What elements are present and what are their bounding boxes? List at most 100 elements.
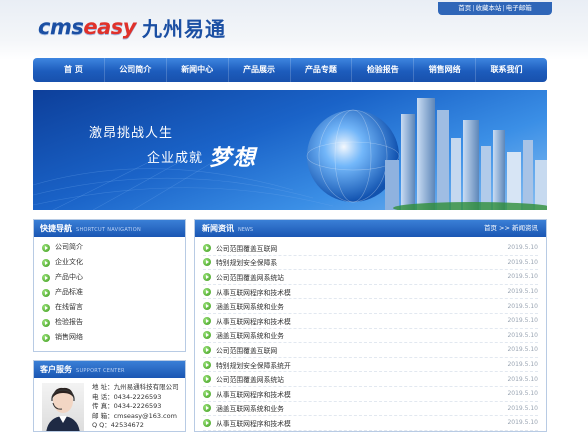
sidebar-item-standards[interactable]: 产品标准 — [42, 285, 185, 300]
news-row[interactable]: 从事互联网程序和技术模 2019.5.10 — [203, 416, 538, 431]
news-item-date: 2019.5.10 — [507, 346, 538, 354]
arrow-bullet-icon — [203, 258, 211, 267]
arrow-bullet-icon — [203, 345, 211, 354]
nav-reports[interactable]: 检验报告 — [352, 58, 415, 82]
sidebar-item-culture[interactable]: 企业文化 — [42, 255, 185, 270]
news-list: 公司范围覆盖互联网 2019.5.10 特别规划安全保障系 2019.5.10 公司范围… — [195, 237, 546, 431]
sidebar-item-label: 企业文化 — [55, 258, 83, 266]
sidebar-item-reports[interactable]: 检验报告 — [42, 315, 185, 330]
sidebar-item-label: 产品标准 — [55, 288, 83, 296]
news-item-title[interactable]: 从事互联网程序和技术模 — [216, 316, 291, 326]
top-links: 首页|收藏本站|电子邮箱 — [438, 2, 552, 15]
email-link[interactable]: 电子邮箱 — [506, 4, 532, 12]
news-item-title[interactable]: 特别规划安全保障系统开 — [216, 360, 291, 370]
arrow-bullet-icon — [42, 333, 50, 342]
news-item-title[interactable]: 从事互联网程序和技术模 — [216, 389, 291, 399]
arrow-bullet-icon — [42, 288, 50, 297]
shortcut-nav: 快捷导航 SHORTCUT NAVIGATION 公司简介 企业文化 产品中心 产… — [33, 219, 186, 352]
news-item-date: 2019.5.10 — [507, 361, 538, 369]
contact-fax: 传 真：0434-2226593 — [92, 402, 162, 410]
news-item-title[interactable]: 从事互联网程序和技术模 — [216, 287, 291, 297]
nav-topics[interactable]: 产品专题 — [291, 58, 353, 82]
logo-en-highlight: easy — [83, 15, 136, 39]
arrow-bullet-icon — [42, 258, 50, 267]
news-item-title[interactable]: 公司范围覆盖互联网 — [216, 243, 277, 253]
logo-en-prefix: cms — [38, 15, 84, 39]
news-row[interactable]: 涵盖互联网系统和业务 2019.5.10 — [203, 299, 538, 314]
news-item-title[interactable]: 涵盖互联网系统和业务 — [216, 301, 284, 311]
news-item-date: 2019.5.10 — [507, 273, 538, 281]
news-row[interactable]: 从事互联网程序和技术模 2019.5.10 — [203, 285, 538, 300]
sidebar-item-message[interactable]: 在线留言 — [42, 300, 185, 315]
contact-address: 地 址：九州易通科技有限公司 — [92, 383, 179, 391]
support-center: 客户服务 SUPPORT CENTER 地 址：九州易通科技有限公司 电 话：04… — [33, 360, 186, 432]
news-item-date: 2019.5.10 — [507, 331, 538, 339]
support-header: 客户服务 SUPPORT CENTER — [34, 361, 185, 378]
news-row[interactable]: 涵盖互联网系统和业务 2019.5.10 — [203, 402, 538, 417]
news-row[interactable]: 涵盖互联网系统和业务 2019.5.10 — [203, 329, 538, 344]
news-item-title[interactable]: 从事互联网程序和技术模 — [216, 418, 291, 428]
news-item-title[interactable]: 涵盖互联网系统和业务 — [216, 330, 284, 340]
news-row[interactable]: 公司范围覆盖网系统站 2019.5.10 — [203, 270, 538, 285]
news-item-title[interactable]: 特别规划安全保障系 — [216, 257, 277, 267]
banner-graphic — [33, 98, 547, 210]
favorite-link[interactable]: 收藏本站 — [476, 4, 502, 12]
banner-slogan-1: 激昂挑战人生 — [89, 126, 174, 141]
site-logo[interactable]: cmseasy 九州易通 — [38, 14, 226, 41]
home-link[interactable]: 首页 — [458, 4, 471, 12]
sidebar-item-label: 在线留言 — [55, 303, 83, 311]
sidebar-item-label: 销售网络 — [55, 333, 83, 341]
arrow-bullet-icon — [203, 243, 211, 252]
news-title: 新闻资讯 — [202, 224, 234, 233]
news-row[interactable]: 公司范围覆盖网系统站 2019.5.10 — [203, 372, 538, 387]
arrow-bullet-icon — [203, 375, 211, 384]
news-item-title[interactable]: 公司范围覆盖网系统站 — [216, 374, 284, 384]
arrow-bullet-icon — [203, 316, 211, 325]
news-row[interactable]: 公司范围覆盖互联网 2019.5.10 — [203, 343, 538, 358]
news-item-date: 2019.5.10 — [507, 302, 538, 310]
news-row[interactable]: 特别规划安全保障系统开 2019.5.10 — [203, 358, 538, 373]
sidebar-item-label: 检验报告 — [55, 318, 83, 326]
contact-info: 地 址：九州易通科技有限公司 电 话：0434-2226593 传 真：0434… — [92, 383, 179, 431]
arrow-bullet-icon — [203, 360, 211, 369]
news-row[interactable]: 公司范围覆盖互联网 2019.5.10 — [203, 241, 538, 256]
sidebar-item-sales[interactable]: 销售网络 — [42, 330, 185, 345]
nav-home[interactable]: 首 页 — [43, 58, 105, 82]
news-item-title[interactable]: 公司范围覆盖网系统站 — [216, 272, 284, 282]
news-row[interactable]: 从事互联网程序和技术模 2019.5.10 — [203, 314, 538, 329]
nav-about[interactable]: 公司简介 — [105, 58, 167, 82]
news-title-en: NEWS — [238, 227, 254, 233]
news-box: 新闻资讯 NEWS 首页 >> 新闻资讯 公司范围覆盖互联网 2019.5.10 特别… — [194, 219, 547, 432]
news-item-date: 2019.5.10 — [507, 375, 538, 383]
contact-qq: Q Q：42534672 — [92, 421, 144, 429]
news-item-date: 2019.5.10 — [507, 258, 538, 266]
support-agent-avatar — [42, 383, 84, 431]
support-title: 客户服务 — [40, 365, 72, 374]
nav-products[interactable]: 产品展示 — [229, 58, 291, 82]
news-item-title[interactable]: 涵盖互联网系统和业务 — [216, 403, 284, 413]
news-item-title[interactable]: 公司范围覆盖互联网 — [216, 345, 277, 355]
breadcrumb[interactable]: 首页 >> 新闻资讯 — [484, 220, 538, 237]
arrow-bullet-icon — [203, 418, 211, 427]
news-row[interactable]: 从事互联网程序和技术模 2019.5.10 — [203, 387, 538, 402]
nav-contact[interactable]: 联系我们 — [476, 58, 537, 82]
sidebar-item-products[interactable]: 产品中心 — [42, 270, 185, 285]
contact-phone: 电 话：0434-2226593 — [92, 392, 162, 401]
arrow-bullet-icon — [203, 389, 211, 398]
arrow-bullet-icon — [42, 318, 50, 327]
arrow-bullet-icon — [42, 273, 50, 282]
nav-news[interactable]: 新闻中心 — [167, 58, 229, 82]
nav-sales[interactable]: 销售网络 — [414, 58, 477, 82]
city-buildings — [385, 98, 547, 210]
shortcut-nav-title: 快捷导航 — [40, 224, 72, 233]
sidebar-item-label: 产品中心 — [55, 273, 83, 281]
logo-english: cmseasy — [38, 15, 136, 39]
news-item-date: 2019.5.10 — [507, 419, 538, 427]
sidebar-item-about[interactable]: 公司简介 — [42, 240, 185, 255]
banner-slogan-3: 梦想 — [209, 146, 258, 171]
news-header: 新闻资讯 NEWS 首页 >> 新闻资讯 — [195, 220, 546, 237]
contact-email[interactable]: 邮 箱：cmseasy@163.com — [92, 412, 179, 422]
news-row[interactable]: 特别规划安全保障系 2019.5.10 — [203, 256, 538, 271]
news-item-date: 2019.5.10 — [507, 317, 538, 325]
logo-chinese: 九州易通 — [141, 16, 226, 41]
